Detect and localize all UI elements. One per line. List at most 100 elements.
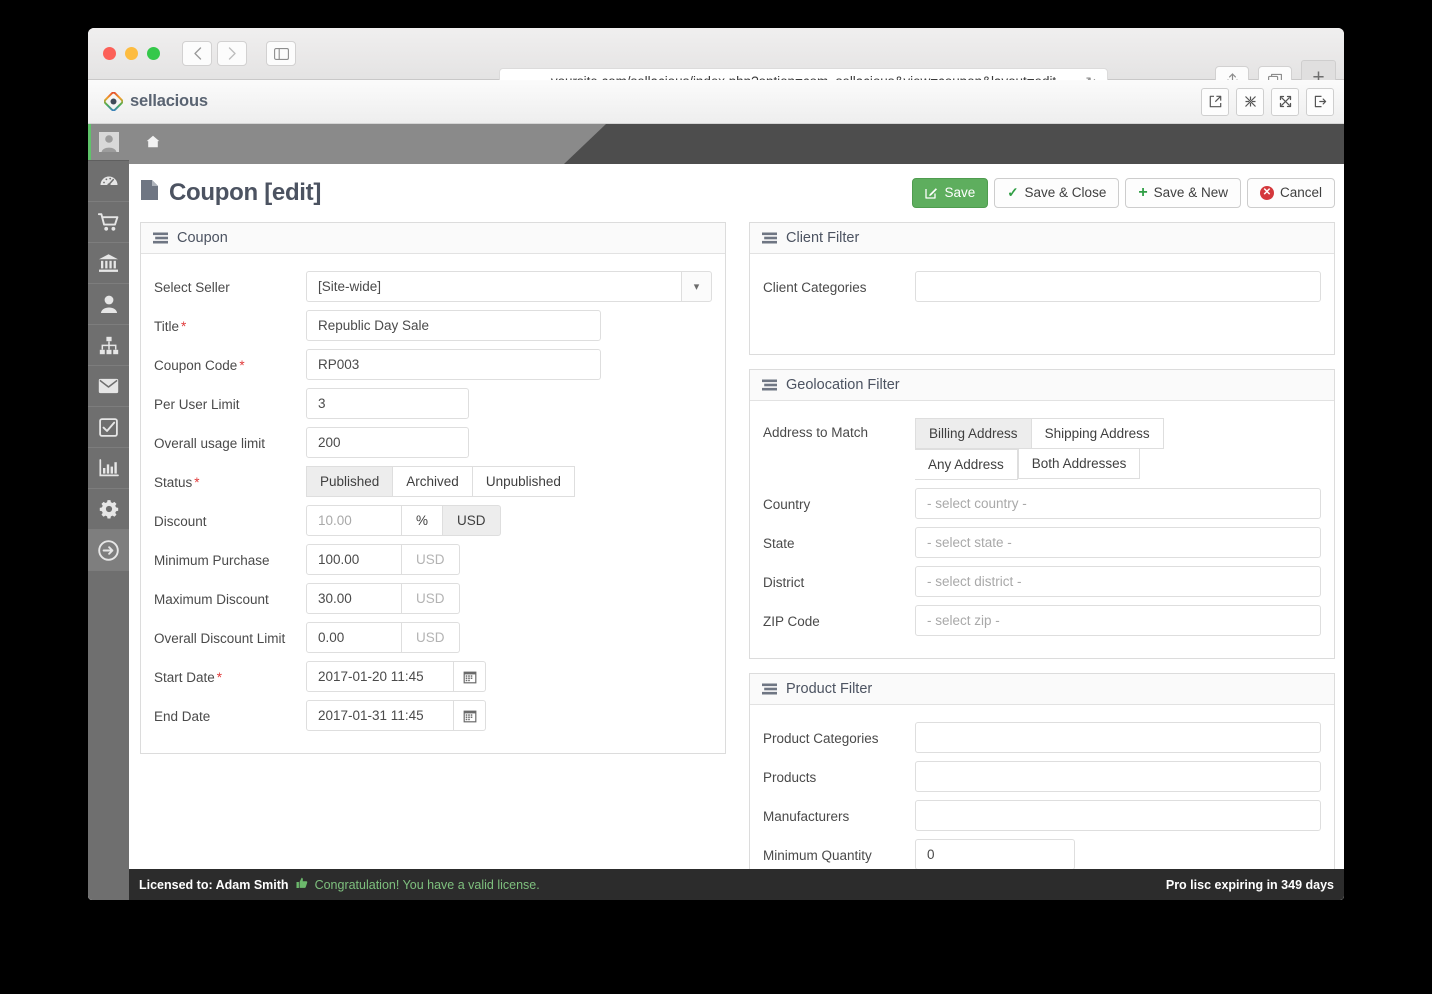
sidebar-item-store[interactable] (88, 243, 129, 284)
sidebar-rail (88, 124, 129, 900)
brand-tool-buttons (1201, 87, 1334, 116)
coupon-panel-title: Coupon (177, 230, 228, 246)
minimum-quantity-input[interactable]: 0 (915, 839, 1075, 870)
coupon-panel-body: Select Seller [Site-wide] ▾ Title * Repu… (141, 254, 725, 753)
sidebar-item-categories[interactable] (88, 325, 129, 366)
discount-unit-currency[interactable]: USD (443, 505, 501, 536)
title-input[interactable]: Republic Day Sale (306, 310, 601, 341)
status-option-unpublished[interactable]: Unpublished (472, 466, 575, 497)
overall-usage-limit-input[interactable]: 200 (306, 427, 469, 458)
district-input[interactable]: - select district - (915, 566, 1321, 597)
country-input[interactable]: - select country - (915, 488, 1321, 519)
panel-bars-icon (153, 232, 168, 244)
end-date-input[interactable]: 2017-01-31 11:45 (306, 700, 454, 731)
required-marker: * (216, 670, 223, 685)
sidebar-item-settings[interactable] (88, 489, 129, 530)
address-option-shipping[interactable]: Shipping Address (1031, 418, 1164, 449)
zip-code-input[interactable]: - select zip - (915, 605, 1321, 636)
forward-button[interactable] (217, 41, 247, 66)
minimize-window-button[interactable] (125, 47, 138, 60)
content-area: Coupon [edit] Save ✓ Save & Close + Save… (129, 124, 1344, 900)
field-district: District - select district - (763, 566, 1321, 597)
status-label: Status * (154, 473, 306, 490)
address-option-both[interactable]: Both Addresses (1017, 448, 1141, 479)
product-categories-input[interactable] (915, 722, 1321, 753)
calendar-icon[interactable] (454, 700, 486, 731)
chevron-down-icon[interactable]: ▾ (681, 271, 712, 302)
field-select-seller: Select Seller [Site-wide] ▾ (154, 271, 712, 302)
sidebar-item-more[interactable] (88, 530, 129, 571)
bank-icon (98, 253, 119, 273)
field-state: State - select state - (763, 527, 1321, 558)
select-seller-value[interactable]: [Site-wide] (306, 271, 681, 302)
minimum-purchase-input[interactable]: 100.00 (306, 544, 402, 575)
page-header: Coupon [edit] Save ✓ Save & Close + Save… (129, 164, 1344, 222)
discount-label: Discount (154, 514, 207, 529)
discount-unit-percent[interactable]: % (402, 505, 444, 536)
close-window-button[interactable] (103, 47, 116, 60)
field-country: Country - select country - (763, 488, 1321, 519)
browser-titlebar: yoursite.com/sellacious/index.php?option… (88, 28, 1344, 95)
field-title: Title * Republic Day Sale (154, 310, 712, 341)
field-overall-discount-limit: Overall Discount Limit 0.00 USD (154, 622, 712, 653)
sidebar-item-dashboard[interactable] (88, 161, 129, 202)
coupon-code-input[interactable]: RP003 (306, 349, 601, 380)
field-per-user-limit: Per User Limit 3 (154, 388, 712, 419)
page-title-text: Coupon [edit] (169, 179, 322, 206)
document-icon (140, 179, 159, 208)
select-seller-dropdown[interactable]: [Site-wide] ▾ (306, 271, 712, 302)
collapse-icon[interactable] (1236, 87, 1264, 116)
address-to-match-label: Address to Match (763, 425, 869, 440)
overall-usage-limit-label: Overall usage limit (154, 436, 266, 451)
bar-chart-icon (98, 459, 119, 477)
sidebar-item-clients[interactable] (88, 284, 129, 325)
home-icon[interactable] (146, 135, 160, 152)
discount-input[interactable]: 10.00 (306, 505, 402, 536)
maximize-window-button[interactable] (147, 47, 160, 60)
title-label: Title * (154, 317, 306, 334)
client-categories-input[interactable] (915, 271, 1321, 302)
back-button[interactable] (182, 41, 212, 66)
sidebar-item-reports[interactable] (88, 448, 129, 489)
status-label-text: Status (154, 475, 193, 490)
maximum-discount-label: Maximum Discount (154, 592, 269, 607)
sidebar-item-avatar[interactable] (88, 124, 129, 161)
address-option-billing[interactable]: Billing Address (915, 418, 1032, 449)
calendar-icon[interactable] (454, 661, 486, 692)
maximum-discount-control: 30.00 USD (306, 583, 460, 614)
overall-discount-limit-input[interactable]: 0.00 (306, 622, 402, 653)
sidebar-item-messages[interactable] (88, 366, 129, 407)
navigation-buttons (182, 41, 296, 66)
sellacious-logo-icon (103, 91, 124, 112)
start-date-label-text: Start Date (154, 670, 215, 685)
save-button[interactable]: Save (912, 178, 989, 208)
address-option-any[interactable]: Any Address (915, 449, 1018, 480)
fullscreen-icon[interactable] (1271, 87, 1299, 116)
brand-name: sellacious (130, 92, 208, 110)
manufacturers-label: Manufacturers (763, 809, 850, 824)
sidebar-toggle-icon[interactable] (266, 41, 296, 66)
state-input[interactable]: - select state - (915, 527, 1321, 558)
sidebar-item-orders[interactable] (88, 202, 129, 243)
geolocation-filter-title: Geolocation Filter (786, 377, 900, 393)
status-option-archived[interactable]: Archived (393, 466, 473, 497)
status-option-published[interactable]: Published (306, 466, 394, 497)
save-and-close-button[interactable]: ✓ Save & Close (994, 178, 1120, 208)
license-expiry: Pro lisc expiring in 349 days (1165, 877, 1334, 892)
window-controls (103, 47, 160, 60)
start-date-input[interactable]: 2017-01-20 11:45 (306, 661, 454, 692)
manufacturers-input[interactable] (915, 800, 1321, 831)
maximum-discount-input[interactable]: 30.00 (306, 583, 402, 614)
sidebar-item-tasks[interactable] (88, 407, 129, 448)
external-link-icon[interactable] (1201, 87, 1229, 116)
per-user-limit-input[interactable]: 3 (306, 388, 469, 419)
products-input[interactable] (915, 761, 1321, 792)
required-marker: * (239, 358, 245, 373)
save-and-new-button[interactable]: + Save & New (1125, 178, 1241, 208)
logout-icon[interactable] (1306, 87, 1334, 116)
coupon-code-label-text: Coupon Code (154, 358, 238, 373)
sellacious-logo[interactable]: sellacious (103, 91, 208, 112)
product-filter-header: Product Filter (750, 674, 1334, 705)
client-filter-header: Client Filter (750, 223, 1334, 254)
cancel-button[interactable]: ✕ Cancel (1246, 178, 1335, 208)
